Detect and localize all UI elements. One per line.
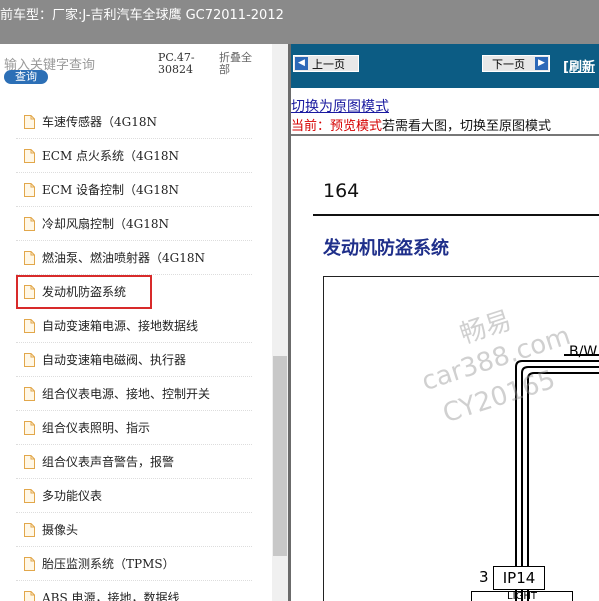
list-item[interactable]: ECM 点火系统（4G18N <box>16 139 252 173</box>
document-icon <box>24 556 35 571</box>
list-item-label: ECM 设备控制（4G18N <box>42 183 180 197</box>
switch-to-original-link[interactable]: 切换为原图模式 <box>291 96 389 116</box>
list-item[interactable]: 车速传感器（4G18N <box>16 105 252 139</box>
document-code: PC.47- 30824 <box>158 52 195 76</box>
list-item[interactable]: 发动机防盗系统 <box>16 275 152 309</box>
list-item[interactable]: 组合仪表电源、接地、控制开关 <box>16 377 252 411</box>
list-item-label: 燃油泵、燃油喷射器（4G18N <box>42 251 205 265</box>
document-icon <box>24 488 35 503</box>
current-hint: 若需看大图，切换至原图模式 <box>382 119 552 134</box>
connector-pin: 3 <box>479 568 489 586</box>
prev-page-button[interactable]: ◀ 上一页 <box>293 55 359 72</box>
left-scrollbar[interactable] <box>272 44 288 601</box>
document-icon <box>24 216 35 231</box>
document-icon <box>24 114 35 129</box>
list-item[interactable]: 摄像头 <box>16 513 252 547</box>
document-icon <box>24 386 35 401</box>
page-number: 164 <box>323 180 360 202</box>
document-code-line-2: 30824 <box>158 63 193 76</box>
header-rule <box>313 214 599 216</box>
next-page-label: 下一页 <box>492 58 525 71</box>
list-item-label: 冷却风扇控制（4G18N <box>42 217 169 231</box>
viewer-toolbar: ◀ 上一页 下一页 ▶ [刷新 <box>291 44 599 88</box>
list-item-label: ABS 电源，接地，数据线 <box>42 591 180 601</box>
light-component: LIGHT <box>471 591 573 601</box>
list-item[interactable]: 组合仪表声音警告，报警 <box>16 445 252 479</box>
document-icon <box>24 352 35 367</box>
list-item-label: 胎压监测系统（TPMS） <box>42 557 175 571</box>
next-page-button[interactable]: 下一页 ▶ <box>482 55 550 72</box>
title-bar: 前车型：厂家:J-吉利汽车全球鹰 GC72011-2012 <box>0 0 599 44</box>
list-item-label: 自动变速箱电源、接地数据线 <box>42 319 199 333</box>
connector-ip14: IP14 <box>493 566 545 590</box>
scrollbar-thumb[interactable] <box>273 356 287 556</box>
list-item[interactable]: 自动变速箱电磁阀、执行器 <box>16 343 252 377</box>
current-mode: 预览模式 <box>330 119 383 134</box>
current-label: 当前： <box>291 119 331 134</box>
list-item-label: 组合仪表声音警告，报警 <box>42 455 175 469</box>
document-icon <box>24 182 35 197</box>
document-icon <box>24 148 35 163</box>
separator-line <box>291 134 599 136</box>
prev-page-label: 上一页 <box>312 58 345 71</box>
list-item-label: 车速传感器（4G18N <box>42 115 157 129</box>
document-icon <box>24 454 35 469</box>
document-icon <box>24 420 35 435</box>
document-icon <box>24 284 35 299</box>
list-item[interactable]: 冷却风扇控制（4G18N <box>16 207 252 241</box>
fold-all-button[interactable]: 折叠全部 <box>219 52 259 76</box>
list-item[interactable]: ABS 电源，接地，数据线 <box>16 581 252 601</box>
document-icon <box>24 250 35 265</box>
current-mode-line: 当前：预览模式若需看大图，切换至原图模式 <box>291 115 551 134</box>
refresh-link[interactable]: [刷新 <box>563 56 595 75</box>
list-item[interactable]: 燃油泵、燃油喷射器（4G18N <box>16 241 252 275</box>
list-item[interactable]: 胎压监测系统（TPMS） <box>16 547 252 581</box>
list-item-label: ECM 点火系统（4G18N <box>42 149 180 163</box>
diagram-title: 发动机防盗系统 <box>323 238 449 259</box>
document-icon <box>24 522 35 537</box>
list-item-label: 发动机防盗系统 <box>42 285 127 299</box>
list-item-label: 摄像头 <box>42 523 79 537</box>
list-item[interactable]: ECM 设备控制（4G18N <box>16 173 252 207</box>
document-icon <box>24 318 35 333</box>
list-item-label: 组合仪表电源、接地、控制开关 <box>42 387 211 401</box>
viewer-panel: ◀ 上一页 下一页 ▶ [刷新 切换为原图模式 当前：预览模式若需看大图，切换至… <box>291 44 599 601</box>
list-item[interactable]: 多功能仪表 <box>16 479 252 513</box>
arrow-left-icon: ◀ <box>295 57 308 70</box>
list-item-label: 多功能仪表 <box>42 489 103 503</box>
query-button[interactable]: 查询 <box>4 70 48 84</box>
list-item[interactable]: 组合仪表照明、指示 <box>16 411 252 445</box>
list-item-label: 自动变速箱电磁阀、执行器 <box>42 353 187 367</box>
list-item[interactable]: 自动变速箱电源、接地数据线 <box>16 309 252 343</box>
vehicle-title: 前车型：厂家:J-吉利汽车全球鹰 GC72011-2012 <box>0 8 284 23</box>
left-panel: 输入关键字查询 查询 PC.47- 30824 折叠全部 车速传感器（4G18N… <box>0 44 288 601</box>
list-item-label: 组合仪表照明、指示 <box>42 421 151 435</box>
document-icon <box>24 590 35 601</box>
arrow-right-icon: ▶ <box>535 57 548 70</box>
